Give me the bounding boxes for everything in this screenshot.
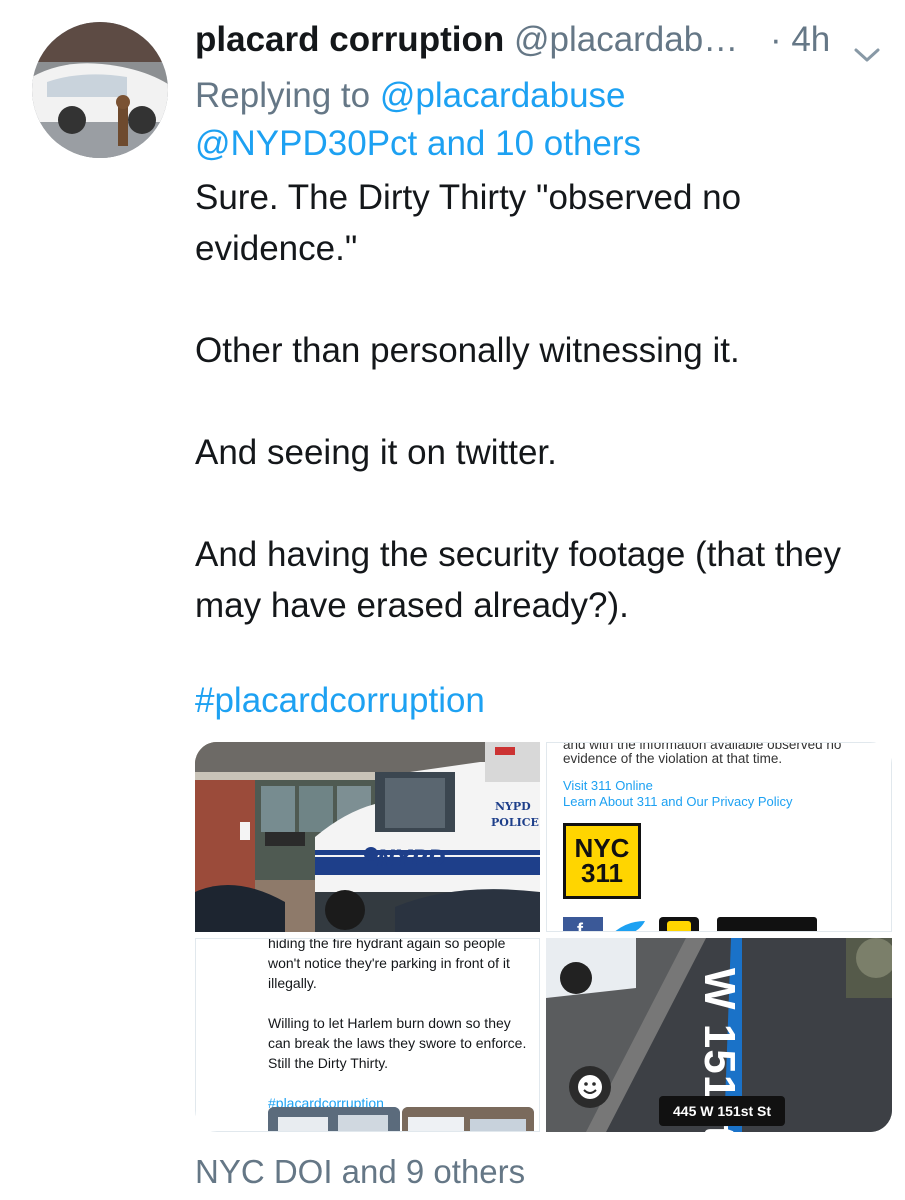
media-photo-tweet-screenshot[interactable]: hiding the fire hydrant again so people …	[195, 938, 540, 1132]
timestamp[interactable]: · 4h	[770, 20, 830, 59]
smiley-icon[interactable]	[569, 1066, 611, 1108]
truck-side-label: NYPD	[377, 847, 446, 872]
learn-311-link: Learn About 311 and Our Privacy Policy	[563, 794, 793, 809]
tweet-paragraph: And having the security footage (that th…	[195, 535, 841, 625]
partial-text: hiding the fire hydrant again so people	[268, 938, 506, 951]
replying-to: Replying to @placardabuse @NYPD30Pct and…	[195, 72, 641, 168]
screenshot-paragraph: Willing to let Harlem burn down so they …	[268, 1015, 527, 1071]
user-handle[interactable]: @placardab…	[514, 20, 738, 59]
hashtag-link[interactable]: #placardcorruption	[195, 676, 485, 726]
screenshot-paragraph: won't notice they're parking in front of…	[268, 955, 510, 991]
avatar-image	[32, 22, 168, 158]
display-name[interactable]: placard corruption	[195, 20, 504, 59]
media-photo-311-response[interactable]: and with the information available obser…	[546, 742, 892, 932]
tow-truck-image: NYPD POLICE NYPD	[195, 742, 540, 932]
store-badge-icon	[717, 917, 817, 931]
nyc311-logo: NYC 311	[563, 823, 641, 899]
media-photo-street-view[interactable]: W 151st St 445 W 151st St	[546, 938, 892, 1132]
violation-text: evidence of the violation at that time.	[563, 751, 783, 766]
tweet-text: Sure. The Dirty Thirty "observed no evid…	[195, 172, 885, 631]
logo-line-2: 311	[581, 858, 623, 888]
replying-others-link[interactable]: @NYPD30Pct and 10 others	[195, 124, 641, 163]
media-grid: NYPD POLICE NYPD and with the informatio…	[195, 742, 892, 1132]
tweet-header: placard corruption @placardab… · 4h	[195, 18, 895, 66]
truck-label-1: NYPD	[495, 800, 531, 813]
screenshot-thumbnail	[402, 1107, 534, 1131]
tweet-paragraph: And seeing it on twitter.	[195, 433, 557, 472]
svg-text:f: f	[577, 920, 584, 932]
facebook-icon: f	[563, 917, 603, 932]
address-label: 445 W 151st St	[659, 1096, 786, 1126]
liked-by-text[interactable]: NYC DOI and 9 others	[195, 1150, 525, 1194]
avatar[interactable]	[32, 22, 168, 158]
tweet-paragraph: Sure. The Dirty Thirty "observed no evid…	[195, 178, 742, 268]
replying-user-link[interactable]: @placardabuse	[380, 76, 626, 115]
media-photo-tow-truck[interactable]: NYPD POLICE NYPD	[195, 742, 540, 932]
truck-label-2: POLICE	[491, 816, 539, 829]
screenshot-thumbnail	[268, 1107, 400, 1131]
chevron-down-icon[interactable]	[853, 32, 881, 76]
screenshot-text: hiding the fire hydrant again so people …	[268, 938, 530, 1113]
tweet-paragraph: Other than personally witnessing it.	[195, 331, 740, 370]
app-badge-icon	[659, 917, 699, 931]
replying-prefix: Replying to	[195, 76, 371, 115]
twitter-icon	[615, 921, 645, 931]
